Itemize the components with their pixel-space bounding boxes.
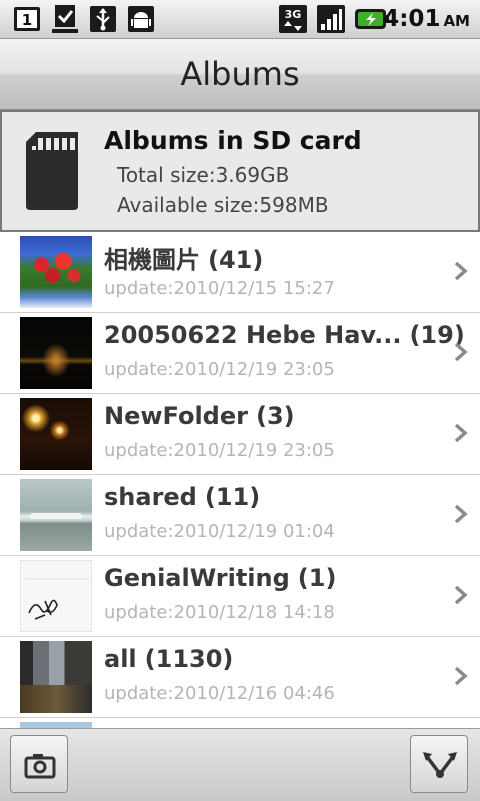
album-title: NewFolder (3) [104,402,295,430]
album-updated: update:2010/12/15 15:27 [104,278,335,299]
title-bar: Albums [0,39,480,110]
album-thumbnail [20,479,92,551]
album-title: shared (11) [104,483,260,511]
album-count: (41) [208,246,264,274]
svg-text:3G: 3G [285,8,302,21]
album-title: 20050622 Hebe Hav... (19) [104,321,465,349]
storage-available-size: Available size:598MB [117,193,329,217]
album-list[interactable]: 相機圖片 (41) update:2010/12/15 15:27 2005062… [0,232,480,728]
album-item[interactable]: all (1130) update:2010/12/16 04:46 [0,637,480,718]
bottom-toolbar [0,728,480,801]
storage-title: Albums in SD card [104,126,362,155]
album-updated: update:2010/12/19 23:05 [104,440,335,461]
album-name: NewFolder [104,402,248,430]
storage-total-size: Total size:3.69GB [117,163,290,187]
album-item[interactable]: GenialWriting (1) update:2010/12/18 14:18 [0,556,480,637]
status-bar: 1 3G 4:01 AM [0,0,480,39]
notification-count-icon[interactable]: 1 [12,4,42,34]
album-item[interactable]: shared (11) update:2010/12/19 01:04 [0,475,480,556]
album-thumbnail [20,236,92,308]
clock-ampm: AM [443,12,470,30]
album-item[interactable]: 相機圖片 (41) update:2010/12/15 15:27 [0,232,480,313]
album-thumbnail [20,641,92,713]
chevron-right-icon [454,261,468,281]
album-thumbnail [20,560,92,632]
album-updated: update:2010/12/19 01:04 [104,521,335,542]
album-thumbnail [20,317,92,389]
status-clock: 4:01 AM [383,6,470,32]
signal-strength-icon [317,5,345,33]
album-updated: update:2010/12/18 14:18 [104,602,335,623]
sd-card-storage-panel: Albums in SD card Total size:3.69GB Avai… [0,110,480,232]
album-name: all [104,645,137,673]
album-title: GenialWriting (1) [104,564,336,592]
page-title: Albums [180,55,300,93]
svg-text:1: 1 [22,11,32,29]
clock-time: 4:01 [383,6,441,32]
album-count: (11) [204,483,261,511]
handwriting-sketch [25,578,89,620]
android-debug-icon[interactable] [126,4,156,34]
album-thumbnail [20,398,92,470]
album-title: 相機圖片 (41) [104,240,263,275]
chevron-right-icon [454,342,468,362]
album-count: (3) [255,402,295,430]
network-3g-icon: 3G [279,5,307,33]
album-title: all (1130) [104,645,233,673]
album-updated: update:2010/12/16 04:46 [104,683,335,704]
album-item[interactable]: 20050622 Hebe Hav... (19) update:2010/12/… [0,313,480,394]
chevron-right-icon [454,504,468,524]
chevron-right-icon [454,423,468,443]
share-branch-icon [423,752,457,778]
chevron-right-icon [454,585,468,605]
album-item[interactable]: NewFolder (3) update:2010/12/19 23:05 [0,394,480,475]
album-name: 相機圖片 [104,246,200,274]
album-name: 20050622 Hebe Hav... [104,321,402,349]
album-name: GenialWriting [104,564,290,592]
album-item-partial[interactable] [0,718,480,728]
album-updated: update:2010/12/19 23:05 [104,359,335,380]
usb-icon[interactable] [88,4,118,34]
album-count: (1130) [144,645,234,673]
download-complete-icon[interactable] [50,4,80,34]
chevron-right-icon [454,666,468,686]
camera-button[interactable] [10,735,68,793]
album-count: (1) [297,564,337,592]
camera-icon [24,754,56,779]
sd-card-icon [26,132,78,210]
album-name: shared [104,483,197,511]
share-button[interactable] [410,735,468,793]
